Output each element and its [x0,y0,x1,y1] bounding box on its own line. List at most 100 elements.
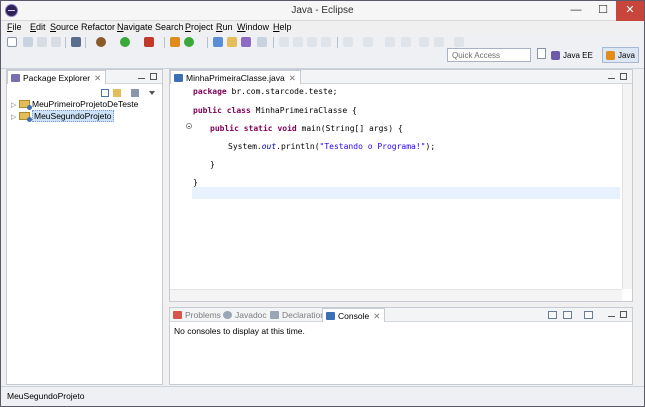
tab-minha-primeira-classe[interactable]: MinhaPrimeiraClasse.java ✕ [170,70,301,84]
window-title: Java - Eclipse [291,5,354,16]
editor-tabbar: MinhaPrimeiraClasse.java ✕ [170,70,632,84]
open-type-icon[interactable] [213,37,223,47]
toolbar-separator [207,37,208,48]
fold-icon[interactable] [186,123,192,129]
previous-annotation-icon[interactable] [363,37,373,47]
menu-edit[interactable]: Edit [30,22,46,32]
forward-history-icon[interactable] [434,37,444,47]
minimize-view-icon[interactable] [608,316,615,317]
toolbar-separator [273,37,274,48]
last-edit-icon[interactable] [385,37,395,47]
next-annotation-icon[interactable] [343,37,353,47]
view-dropdown-icon[interactable] [149,91,155,95]
console-message: No consoles to display at this time. [174,326,305,336]
expand-icon[interactable]: ▷ [11,113,19,121]
skip-breakpoints-icon[interactable] [71,37,81,47]
debug-icon[interactable] [96,37,106,47]
code-line-package[interactable]: package br.com.starcode.teste; [193,87,338,96]
maximize-button[interactable]: ☐ [590,1,616,21]
open-console-icon[interactable] [548,311,557,319]
forward-icon[interactable] [419,37,429,47]
code-line-main[interactable]: public static void main(String[] args) { [210,124,403,133]
status-text: MeuSegundoProjeto [7,391,85,401]
toolbar-separator [65,37,66,48]
collapse-all-icon[interactable] [101,89,109,97]
pin-console-icon[interactable] [584,311,593,319]
expand-icon[interactable]: ▷ [11,101,19,109]
code-line-class[interactable]: public class MinhaPrimeiraClasse { [193,106,357,115]
javadoc-icon [223,311,232,319]
search-icon[interactable] [241,37,251,47]
tab-console[interactable]: Console ✕ [322,308,386,322]
menu-search[interactable]: Search [155,22,184,32]
menu-file[interactable]: File [7,22,22,32]
word-wrap-icon[interactable] [321,37,331,47]
close-button[interactable]: ✕ [616,1,644,21]
tab-problems[interactable]: Problems [170,308,225,322]
external-tools-icon[interactable] [144,37,154,47]
menu-navigate[interactable]: Navigate [117,22,153,32]
print-icon[interactable] [51,37,61,47]
toggle-mark-occurrences-icon[interactable] [279,37,289,47]
minimize-view-icon[interactable] [138,78,145,79]
menu-run[interactable]: Run [216,22,233,32]
tree-item-project[interactable]: ▷ MeuPrimeiroProjetoDeTeste [11,99,138,110]
menu-refactor[interactable]: Refactor [81,22,115,32]
menu-bar: File Edit Source Refactor Navigate Searc… [1,21,644,34]
console-panel: Problems Javadoc Declaration Console ✕ No… [169,307,633,385]
save-all-icon[interactable] [37,37,47,47]
tab-package-explorer[interactable]: Package Explorer ✕ [7,70,107,84]
menu-source[interactable]: Source [50,22,79,32]
close-tab-icon[interactable]: ✕ [373,311,380,321]
java-perspective-icon [606,51,615,60]
java-project-icon [19,112,32,122]
open-perspective-icon[interactable] [537,48,546,59]
horizontal-scrollbar[interactable] [170,289,622,301]
pin-editor-icon[interactable] [454,37,464,47]
console-icon [326,312,335,320]
back-icon[interactable] [401,37,411,47]
tab-javadoc[interactable]: Javadoc [220,308,271,322]
close-tab-icon[interactable]: ✕ [289,73,296,83]
declaration-icon [270,311,279,319]
new-class-icon[interactable] [184,37,194,47]
perspective-java-ee[interactable]: Java EE [547,47,597,63]
java-ee-icon [551,51,560,60]
editor-panel: MinhaPrimeiraClasse.java ✕ package br.com… [169,69,633,302]
link-with-editor-icon[interactable] [113,89,121,97]
bottom-tabbar: Problems Javadoc Declaration Console ✕ [170,308,632,322]
open-task-icon[interactable] [227,37,237,47]
maximize-view-icon[interactable] [150,73,157,80]
tree-item-project-selected[interactable]: ▷ MeuSegundoProjeto [11,110,114,122]
toolbar-separator [85,37,86,48]
menu-window[interactable]: Window [237,22,269,32]
minimize-view-icon[interactable] [608,78,615,79]
vertical-scrollbar[interactable] [622,84,632,289]
toggle-block-selection-icon[interactable] [293,37,303,47]
display-console-icon[interactable] [563,311,572,319]
java-file-icon [174,74,183,82]
quick-access-input[interactable]: Quick Access [447,48,531,62]
run-icon[interactable] [120,37,130,47]
maximize-view-icon[interactable] [620,73,627,80]
code-line-close-method[interactable]: } [210,160,215,169]
annotation-next-icon[interactable] [257,37,267,47]
code-line-println[interactable]: System.out.println("Testando o Programa!… [228,142,435,151]
package-explorer-tabbar: Package Explorer ✕ [7,70,162,84]
menu-help[interactable]: Help [273,22,292,32]
toolbar-separator [337,37,338,48]
minimize-button[interactable]: — [563,1,589,21]
new-java-project-icon[interactable] [170,37,180,47]
show-whitespace-icon[interactable] [307,37,317,47]
save-icon[interactable] [23,37,33,47]
title-bar: Java - Eclipse — ☐ ✕ [1,1,644,21]
eclipse-window: Java - Eclipse — ☐ ✕ File Edit Source Re… [0,0,645,407]
view-menu-icon[interactable] [131,89,139,97]
close-tab-icon[interactable]: ✕ [94,73,101,83]
menu-project[interactable]: Project [185,22,213,32]
tab-declaration[interactable]: Declaration [267,308,329,322]
code-line-close-class[interactable]: } [193,178,198,187]
new-icon[interactable] [7,37,17,47]
perspective-java[interactable]: Java [602,47,639,63]
maximize-view-icon[interactable] [620,311,627,318]
